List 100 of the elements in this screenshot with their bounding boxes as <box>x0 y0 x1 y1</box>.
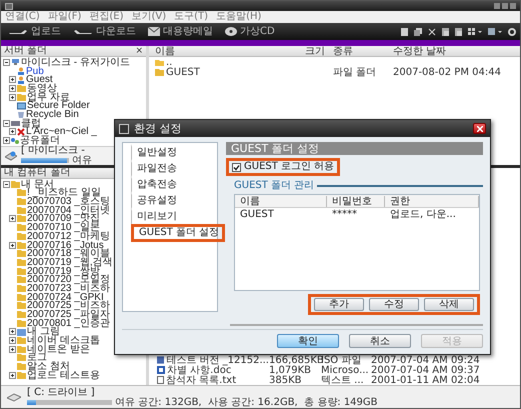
tree-item[interactable]: 20070710 _일본 <box>27 223 100 232</box>
toolbar-button[interactable]: 다운로드 <box>70 26 139 36</box>
dialog-title: 환경 설정 <box>134 123 182 134</box>
close-button[interactable] <box>473 123 486 134</box>
tree-item[interactable]: 20070719 _웹,검색 <box>27 258 113 267</box>
tree-item[interactable]: 20070723 _비즈하 <box>27 284 110 293</box>
nav-item[interactable]: 압축전송 <box>131 176 183 194</box>
tree-item[interactable]: 동영상 <box>27 84 57 93</box>
tree-item[interactable]: 마이디스크 - 유저가이드 <box>21 58 130 67</box>
window-controls-drawing <box>494 3 516 9</box>
disk-space-summary: 여유 공간: 132GB, 사용 공간: 16.2GB, 총 용량: 149GB <box>115 398 378 406</box>
dialog-button[interactable]: 확인 <box>277 334 339 348</box>
tree-item[interactable]: 20070712 _마케팅 <box>27 232 110 241</box>
tree-item[interactable]: 네이버 데스크톱 <box>27 336 100 346</box>
nav-item[interactable]: GUEST 폴더 설정 <box>131 224 226 242</box>
menu-item[interactable]: 파일(F) <box>48 12 82 22</box>
tree-item[interactable]: Secure Folder <box>27 101 90 110</box>
nav-item[interactable]: 공유설정 <box>131 192 183 210</box>
column-header[interactable]: 종류 <box>333 46 393 56</box>
column-header[interactable]: 크기 <box>305 46 333 56</box>
menu-item[interactable]: 도움말(H) <box>216 12 262 22</box>
tool-button[interactable] <box>488 28 502 36</box>
expand-toggle[interactable] <box>9 337 16 344</box>
expand-toggle[interactable] <box>9 94 16 101</box>
guest-login-checkbox[interactable]: GUEST 로그인 허용 <box>226 158 340 176</box>
menu-item[interactable]: 도구(T) <box>174 12 208 22</box>
expand-toggle[interactable] <box>3 137 10 144</box>
file-name[interactable]: GUEST <box>155 68 305 76</box>
tree-item[interactable]: ! _비즈하드 일일 <box>27 188 101 198</box>
menu-item[interactable]: 보기(V) <box>131 12 166 22</box>
toolbar-button[interactable]: 가상CD <box>222 26 278 36</box>
tree-item[interactable]: 공유폴더 <box>20 136 60 146</box>
tree-item[interactable]: 20070703 _호스팅 <box>27 197 110 206</box>
tool-button[interactable] <box>401 28 408 36</box>
menu-item[interactable]: 연결(C) <box>5 12 40 22</box>
tree-item[interactable]: 업무 자료 <box>27 92 70 102</box>
tree-item[interactable]: 네이트온 받은 <box>27 344 90 354</box>
tree-item[interactable]: 20070718 _웨이블 <box>27 249 110 258</box>
folder-icon <box>155 68 164 76</box>
tree-item[interactable]: 클럽 <box>21 118 41 128</box>
tool-button[interactable] <box>455 28 462 36</box>
expand-toggle[interactable] <box>9 328 16 336</box>
close-button[interactable]: × <box>135 46 143 56</box>
column-header[interactable]: 이름 <box>155 46 305 56</box>
expand-toggle[interactable] <box>9 128 16 136</box>
expand-toggle[interactable] <box>3 58 10 66</box>
column-header[interactable]: 권한 <box>385 196 479 206</box>
tree-item[interactable]: 알소 첨처 <box>27 362 70 372</box>
checkbox[interactable] <box>232 162 241 172</box>
tree-item[interactable]: 내 그림 <box>27 327 60 336</box>
tool-button[interactable] <box>428 28 436 36</box>
expand-toggle[interactable] <box>9 242 16 249</box>
file-name[interactable]: 참석자 목록.txt <box>157 376 269 384</box>
tree-item[interactable]: 20070709 _맛집 <box>27 214 100 224</box>
expand-toggle[interactable] <box>3 120 10 127</box>
table-cell-text: GUEST <box>239 208 275 220</box>
tree-item[interactable]: 20070725 _파일자 <box>27 310 110 320</box>
tree-item[interactable]: 20070716 _Jotus <box>27 240 104 250</box>
tree-item[interactable]: 로그 <box>27 353 47 362</box>
tree-item[interactable]: Guest <box>26 75 53 84</box>
tree-item[interactable]: L'Arc~en~Ciel _ <box>26 127 97 136</box>
tree-item[interactable]: 업로드 테스트용 <box>27 370 100 380</box>
tool-button[interactable] <box>468 28 482 36</box>
tree-item[interactable]: 20070801 _인증관 <box>27 318 110 328</box>
expand-toggle[interactable] <box>3 180 10 188</box>
expand-toggle[interactable] <box>9 84 16 92</box>
file-date: 2007-08-02 PM 04:44 <box>393 68 502 76</box>
file-name[interactable]: 차별 사항.doc <box>157 366 269 374</box>
expand-toggle[interactable] <box>9 346 16 353</box>
nav-item[interactable]: 일반설정 <box>131 144 183 162</box>
tree-item[interactable]: 내 문서 <box>21 180 54 189</box>
menu-item[interactable]: 편집(E) <box>89 12 124 22</box>
dialog-button[interactable]: 취소 <box>349 334 411 348</box>
file-name[interactable]: 테스트 버전 _12152... <box>157 356 269 364</box>
action-button[interactable]: 수정 <box>369 298 419 311</box>
scissors-icon <box>428 28 436 36</box>
expand-toggle[interactable] <box>9 372 16 379</box>
tree-item[interactable]: 20070724 _GPKI <box>27 292 104 302</box>
tree-item[interactable]: 20070720 _모일정 <box>27 275 110 284</box>
file-name[interactable]: .. <box>155 58 305 66</box>
free-space-label: 여유 <box>72 156 92 165</box>
column-header[interactable]: 수정한 날짜 <box>393 46 520 56</box>
expand-toggle[interactable] <box>9 76 16 84</box>
action-button[interactable]: 추가 <box>314 298 364 311</box>
tool-button[interactable] <box>442 28 449 36</box>
expand-toggle[interactable] <box>9 215 16 222</box>
action-button[interactable]: 삭제 <box>424 298 474 311</box>
tree-item[interactable]: 20070725 _비즈하 <box>27 301 110 310</box>
tree-item[interactable]: Pub <box>26 66 44 76</box>
tool-button[interactable] <box>414 28 422 36</box>
tree-item[interactable]: 20070719 _쌍방 <box>27 266 100 276</box>
column-header[interactable]: 이름 <box>235 196 327 206</box>
toolbar-button[interactable]: 업로드 <box>5 26 64 36</box>
tool-button[interactable] <box>508 28 516 36</box>
nav-item[interactable]: 미리보기 <box>131 208 183 226</box>
toolbar-button[interactable]: 대용량메일 <box>145 26 216 36</box>
tree-item[interactable]: Recycle Bin <box>26 110 79 119</box>
tree-item[interactable]: 20070704 _인터넷 <box>27 206 110 215</box>
nav-item[interactable]: 파일전송 <box>131 160 183 178</box>
column-header[interactable]: 비밀번호 <box>327 196 385 206</box>
